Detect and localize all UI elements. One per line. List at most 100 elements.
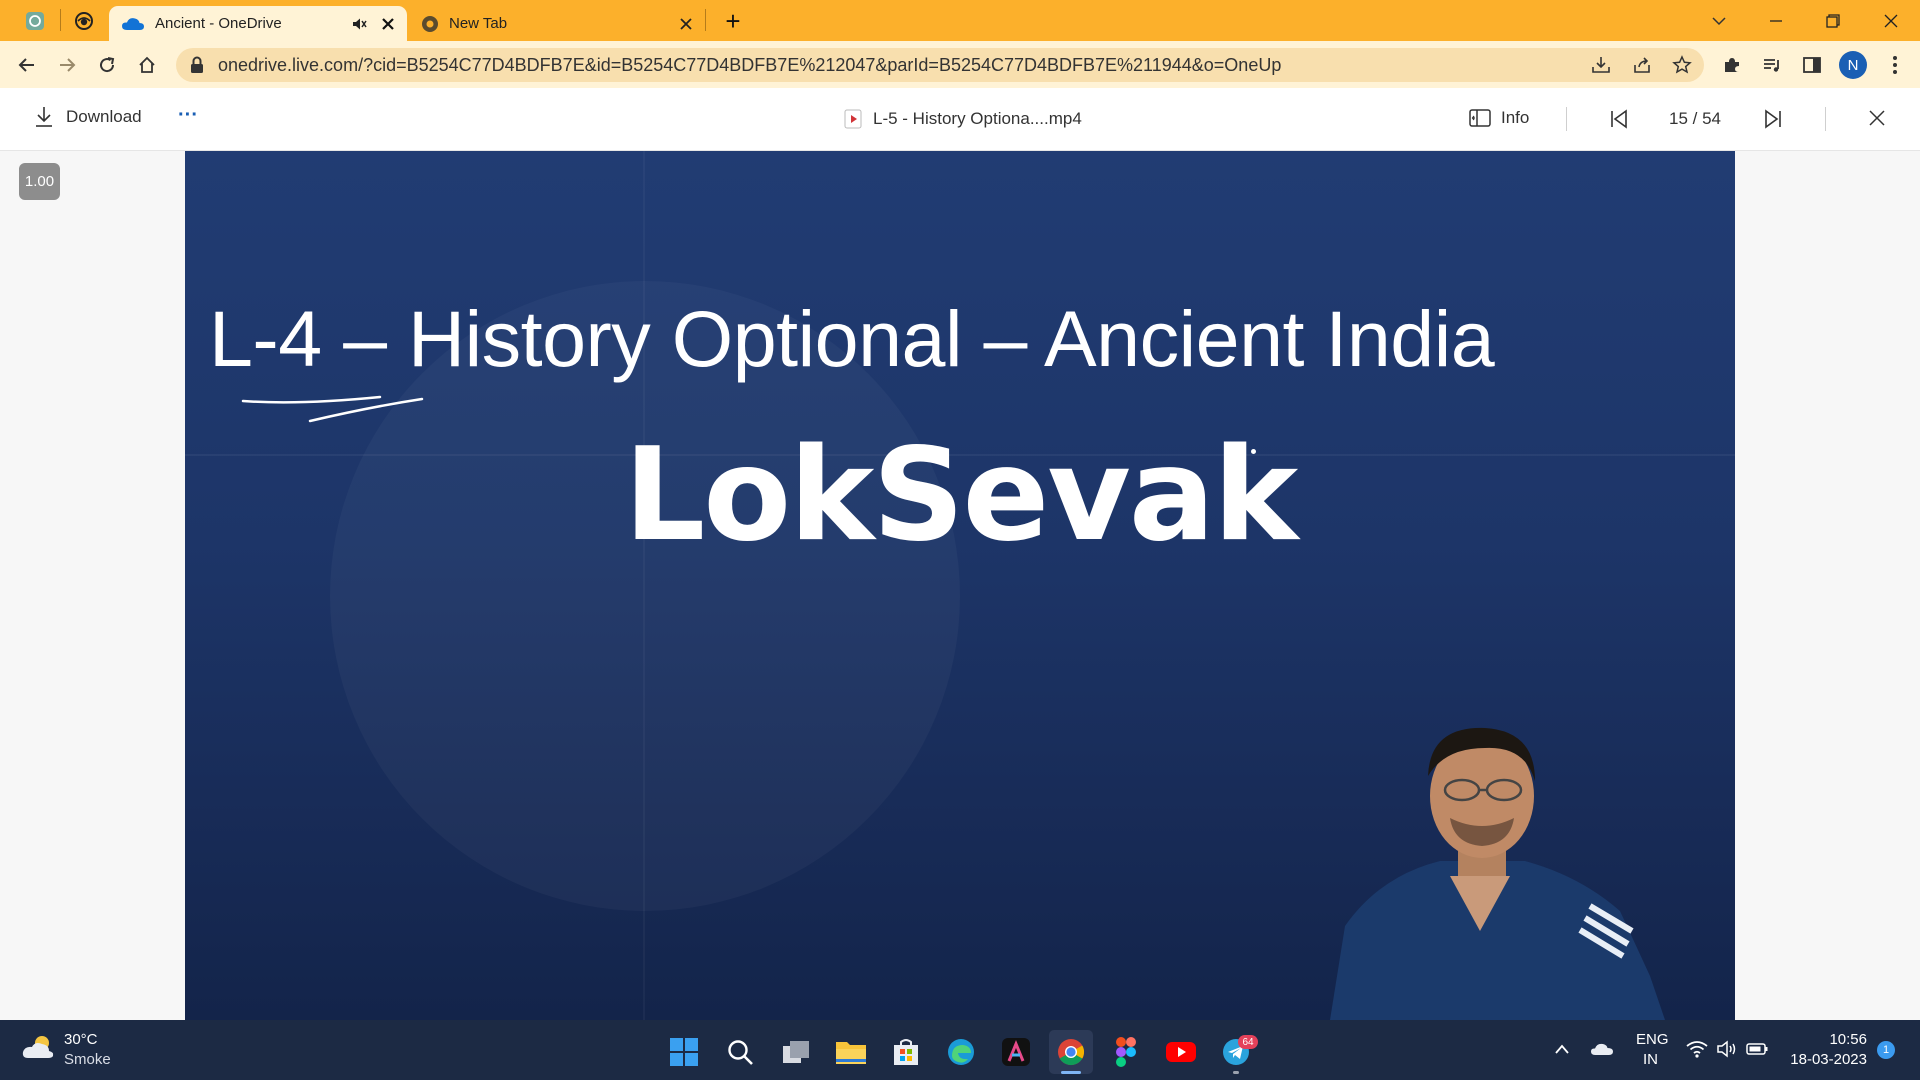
close-tab-icon[interactable] <box>381 17 395 31</box>
start-button[interactable] <box>662 1030 706 1074</box>
edge-icon <box>948 1039 974 1065</box>
lecture-title: L-4 – History Optional – Ancient India <box>209 294 1495 383</box>
store-bag-icon <box>894 1039 918 1065</box>
back-button[interactable] <box>11 49 43 81</box>
side-panel-icon <box>1803 57 1821 73</box>
previous-file-button[interactable] <box>1609 109 1629 134</box>
puzzle-icon <box>1725 58 1739 72</box>
download-button[interactable]: Download <box>34 106 142 128</box>
close-window-button[interactable] <box>1868 0 1914 41</box>
microsoft-store-button[interactable] <box>884 1030 928 1074</box>
tab-new-tab[interactable]: New Tab <box>407 6 705 41</box>
figma-button[interactable] <box>1104 1030 1148 1074</box>
edge-button[interactable] <box>939 1030 983 1074</box>
skip-previous-icon <box>1611 109 1627 129</box>
telegram-badge: 64 <box>1238 1035 1258 1049</box>
divider <box>1825 107 1826 131</box>
search-button[interactable] <box>718 1030 762 1074</box>
region-indicator[interactable]: IN <box>1643 1051 1658 1068</box>
clock-time[interactable]: 10:56 <box>1829 1031 1867 1048</box>
minimize-icon <box>1770 19 1782 22</box>
chevron-up-icon <box>1555 1044 1569 1054</box>
forward-button[interactable] <box>51 49 83 81</box>
install-app-button[interactable] <box>1585 49 1617 81</box>
figma-icon <box>1116 1037 1136 1067</box>
info-pane-icon <box>1469 109 1491 127</box>
restore-button[interactable] <box>1810 0 1856 41</box>
show-hidden-icons-button[interactable] <box>1554 1042 1570 1060</box>
file-name: L-5 - History Optiona....mp4 <box>873 109 1082 128</box>
youtube-button[interactable] <box>1159 1030 1203 1074</box>
pinned-tab-chatgpt[interactable] <box>18 6 52 36</box>
running-app-indicator <box>1233 1071 1239 1074</box>
youtube-icon <box>1166 1042 1196 1062</box>
home-icon <box>139 56 155 73</box>
close-tab-icon[interactable] <box>679 17 693 31</box>
video-player[interactable]: L-4 – History Optional – Ancient India L… <box>185 151 1735 1020</box>
weather-icon[interactable] <box>22 1033 56 1066</box>
more-options-button[interactable]: ··· <box>178 104 198 127</box>
side-panel-button[interactable] <box>1796 49 1828 81</box>
onedrive-tray-icon[interactable] <box>1590 1042 1614 1061</box>
task-view-button[interactable] <box>774 1030 818 1074</box>
eye-logo-icon <box>75 12 93 30</box>
active-app-indicator <box>1061 1071 1081 1074</box>
presenter-image <box>1330 727 1665 1020</box>
star-icon <box>1672 55 1692 74</box>
weather-temp[interactable]: 30°C <box>64 1031 98 1048</box>
notification-badge[interactable]: 1 <box>1877 1041 1895 1059</box>
info-button[interactable]: Info <box>1469 108 1529 128</box>
minimize-button[interactable] <box>1753 0 1799 41</box>
playback-speed-badge[interactable]: 1.00 <box>19 163 60 200</box>
restore-icon <box>1826 13 1840 28</box>
chrome-icon <box>422 15 438 32</box>
download-label: Download <box>66 107 142 126</box>
next-file-button[interactable] <box>1763 109 1783 134</box>
tab-onedrive[interactable]: Ancient - OneDrive <box>109 6 407 41</box>
reload-icon <box>100 57 115 73</box>
app-a-button[interactable] <box>994 1030 1038 1074</box>
info-label: Info <box>1501 108 1530 127</box>
battery-icon[interactable] <box>1746 1042 1768 1061</box>
url-text[interactable]: onedrive.live.com/?cid=B5254C77D4BDFB7E&… <box>218 54 1281 76</box>
weather-desc[interactable]: Smoke <box>64 1051 111 1068</box>
search-icon <box>728 1040 753 1065</box>
extensions-button[interactable] <box>1716 49 1748 81</box>
background-line <box>643 151 645 1020</box>
bookmark-button[interactable] <box>1666 49 1698 81</box>
arrow-left-icon <box>18 58 34 72</box>
onedrive-cloud-icon <box>122 17 144 30</box>
pinned-tab-extension[interactable] <box>67 6 101 36</box>
reload-button[interactable] <box>91 49 123 81</box>
windows-logo-icon <box>670 1038 698 1066</box>
tab-search-button[interactable] <box>1696 0 1742 41</box>
file-explorer-button[interactable] <box>829 1030 873 1074</box>
browser-menu-button[interactable] <box>1879 49 1911 81</box>
chrome-button[interactable] <box>1049 1030 1093 1074</box>
media-controls-button[interactable] <box>1756 49 1788 81</box>
clock-date[interactable]: 18-03-2023 <box>1787 1051 1867 1068</box>
tab-title: Ancient - OneDrive <box>155 15 282 32</box>
close-icon <box>1869 110 1885 126</box>
skip-next-icon <box>1765 109 1781 129</box>
task-view-icon <box>783 1041 809 1063</box>
wifi-icon[interactable] <box>1686 1040 1708 1063</box>
lock-icon[interactable] <box>190 56 204 79</box>
download-icon <box>36 107 52 127</box>
divider <box>1566 107 1567 131</box>
share-button[interactable] <box>1626 49 1658 81</box>
home-button[interactable] <box>131 49 163 81</box>
new-tab-button[interactable]: + <box>716 6 750 36</box>
download-install-icon <box>1592 57 1610 73</box>
kebab-menu-icon <box>1893 56 1897 74</box>
volume-icon[interactable] <box>1716 1040 1738 1063</box>
brand-title: LokSevak <box>623 421 1299 570</box>
arrow-right-icon <box>60 58 76 72</box>
close-viewer-button[interactable] <box>1869 110 1885 131</box>
profile-avatar[interactable]: N <box>1839 51 1867 79</box>
chevron-down-icon <box>1712 16 1726 25</box>
language-indicator[interactable]: ENG <box>1636 1031 1669 1048</box>
speaker-muted-icon[interactable] <box>351 16 367 32</box>
tab-title: New Tab <box>449 15 508 32</box>
affinity-app-icon <box>1002 1038 1030 1066</box>
